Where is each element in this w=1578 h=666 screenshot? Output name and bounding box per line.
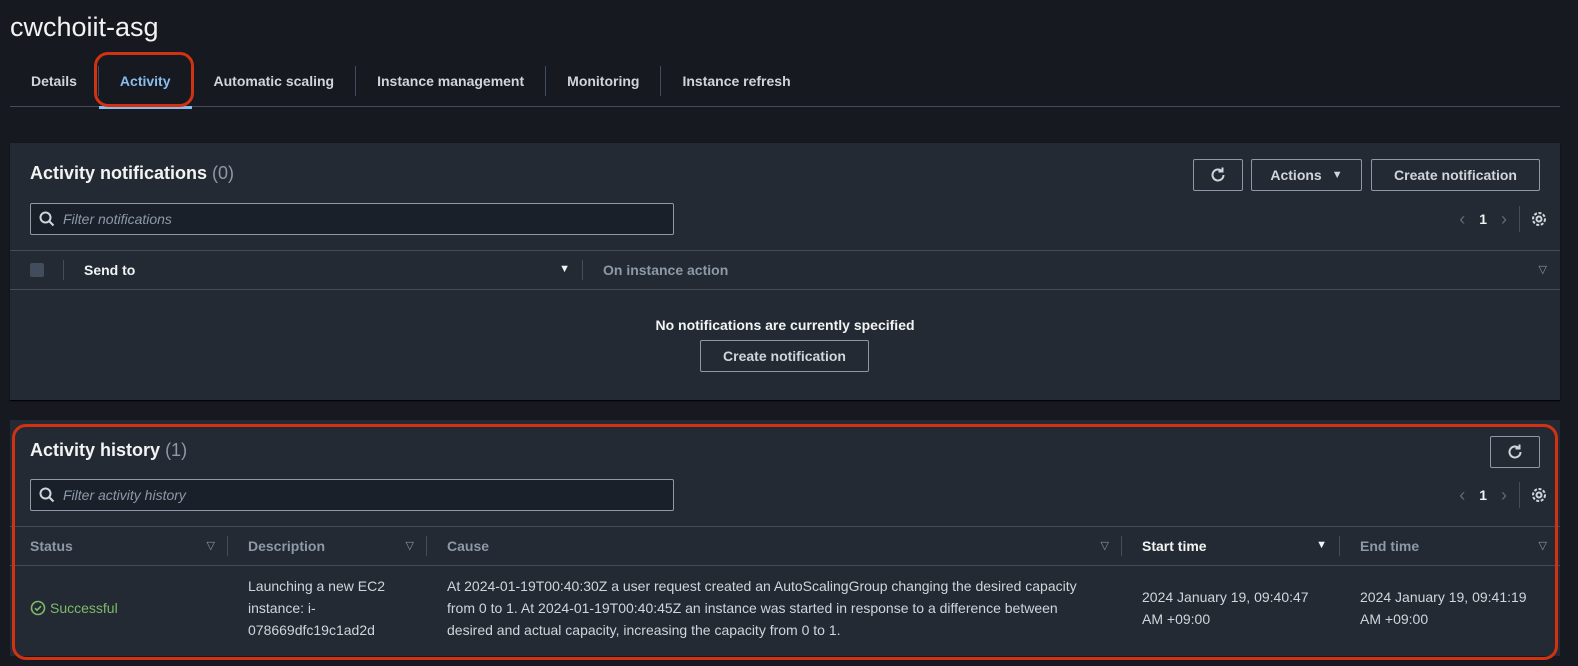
actions-button[interactable]: Actions ▼: [1251, 159, 1362, 191]
tab-instance-refresh[interactable]: Instance refresh: [661, 66, 811, 96]
gear-icon[interactable]: [1530, 210, 1548, 228]
next-page-icon[interactable]: ›: [1493, 209, 1515, 230]
refresh-icon: [1508, 444, 1522, 459]
notifications-heading: Activity notifications (0): [30, 163, 234, 184]
sort-desc-icon[interactable]: ▼: [559, 263, 570, 275]
column-description-label: Description: [248, 538, 326, 554]
end-time-line: 2024 January 19, 09:41:19: [1360, 589, 1527, 605]
tab-automatic-scaling[interactable]: Automatic scaling: [193, 66, 357, 96]
description-cell: Launching a new EC2 instance: i- 078669d…: [248, 575, 385, 641]
previous-page-icon[interactable]: ‹: [1451, 485, 1473, 506]
sort-icon[interactable]: ▽: [1539, 539, 1547, 552]
refresh-history-button[interactable]: [1490, 436, 1540, 468]
cause-line: from 0 to 1. At 2024-01-19T00:40:45Z an …: [447, 600, 1058, 616]
column-send-to-label: Send to: [84, 262, 136, 278]
column-send-to[interactable]: Send to ▼: [64, 251, 583, 289]
activity-history-panel: Activity history (1) ‹ 1 › Status ▽ Desc…: [10, 420, 1560, 656]
sort-desc-icon[interactable]: ▼: [1316, 539, 1327, 551]
column-description[interactable]: Description ▽: [228, 527, 427, 565]
search-icon: [39, 487, 55, 503]
cause-cell: At 2024-01-19T00:40:30Z a user request c…: [447, 575, 1077, 641]
search-icon: [39, 211, 55, 227]
column-status[interactable]: Status ▽: [10, 527, 228, 565]
notifications-pagination: ‹ 1 ›: [1451, 203, 1548, 235]
notifications-table-header: Send to ▼ On instance action ▽: [10, 250, 1560, 290]
sort-icon[interactable]: ▽: [1101, 539, 1109, 552]
start-time-line: 2024 January 19, 09:40:47: [1142, 589, 1309, 605]
tab-instance-management[interactable]: Instance management: [356, 66, 547, 96]
column-on-instance-action[interactable]: On instance action ▽: [583, 251, 1560, 289]
empty-create-notification-button[interactable]: Create notification: [700, 340, 869, 372]
column-start-time-label: Start time: [1142, 538, 1207, 554]
tab-bar: Details Activity Automatic scaling Insta…: [10, 56, 1560, 109]
refresh-icon: [1211, 167, 1225, 182]
page-number[interactable]: 1: [1473, 487, 1493, 503]
next-page-icon[interactable]: ›: [1493, 485, 1515, 506]
table-row: Successful Launching a new EC2 instance:…: [10, 566, 1560, 650]
caret-down-icon: ▼: [1331, 169, 1343, 181]
gear-icon[interactable]: [1530, 486, 1548, 504]
pager-divider: [1519, 206, 1520, 232]
notifications-title: Activity notifications: [30, 163, 208, 183]
activity-notifications-panel: Activity notifications (0) Actions ▼ Cre…: [10, 143, 1560, 400]
column-end-time-label: End time: [1360, 538, 1420, 554]
column-start-time[interactable]: Start time ▼: [1122, 527, 1340, 565]
column-cause-label: Cause: [447, 538, 490, 554]
notifications-count: (0): [212, 163, 235, 183]
filter-notifications-search: [30, 203, 674, 235]
empty-state-message: No notifications are currently specified: [655, 317, 915, 333]
end-time-line: AM +09:00: [1360, 611, 1429, 627]
success-check-icon: [30, 600, 46, 616]
tab-activity[interactable]: Activity: [98, 66, 193, 109]
sort-icon[interactable]: ▽: [406, 539, 414, 552]
filter-history-search: [30, 479, 674, 511]
description-line: 078669dfc19c1ad2d: [248, 622, 375, 638]
status-label: Successful: [50, 600, 118, 616]
tab-details[interactable]: Details: [10, 66, 99, 96]
create-notification-button[interactable]: Create notification: [1371, 159, 1540, 191]
page-number[interactable]: 1: [1473, 211, 1493, 227]
column-on-instance-action-label: On instance action: [603, 262, 729, 278]
filter-notifications-input[interactable]: [63, 211, 643, 227]
previous-page-icon[interactable]: ‹: [1451, 209, 1473, 230]
cause-line: At 2024-01-19T00:40:30Z a user request c…: [447, 578, 1077, 594]
refresh-notifications-button[interactable]: [1193, 159, 1243, 191]
cause-line: desired and actual capacity, increasing …: [447, 622, 841, 638]
history-title: Activity history: [30, 440, 161, 460]
column-cause[interactable]: Cause ▽: [427, 527, 1122, 565]
sort-icon[interactable]: ▽: [1539, 263, 1547, 276]
description-line: instance: i-: [248, 600, 316, 616]
history-heading: Activity history (1): [30, 440, 187, 461]
page-title: cwchoiit-asg: [10, 12, 159, 42]
start-time-line: AM +09:00: [1142, 611, 1211, 627]
column-end-time[interactable]: End time ▽: [1340, 527, 1560, 565]
column-status-label: Status: [30, 538, 73, 554]
history-pagination: ‹ 1 ›: [1451, 479, 1548, 511]
actions-label: Actions: [1270, 167, 1322, 183]
start-time-cell: 2024 January 19, 09:40:47 AM +09:00: [1142, 586, 1309, 630]
end-time-cell: 2024 January 19, 09:41:19 AM +09:00: [1360, 586, 1527, 630]
pager-divider: [1519, 482, 1520, 508]
select-all-checkbox[interactable]: [30, 263, 44, 277]
status-cell: Successful: [30, 597, 118, 619]
tab-monitoring[interactable]: Monitoring: [546, 66, 662, 96]
description-line: Launching a new EC2: [248, 578, 385, 594]
history-count: (1): [165, 440, 188, 460]
filter-history-input[interactable]: [63, 487, 643, 503]
sort-icon[interactable]: ▽: [207, 539, 215, 552]
select-all-header: [30, 251, 64, 289]
history-table-header: Status ▽ Description ▽ Cause ▽ Start tim…: [10, 526, 1560, 566]
